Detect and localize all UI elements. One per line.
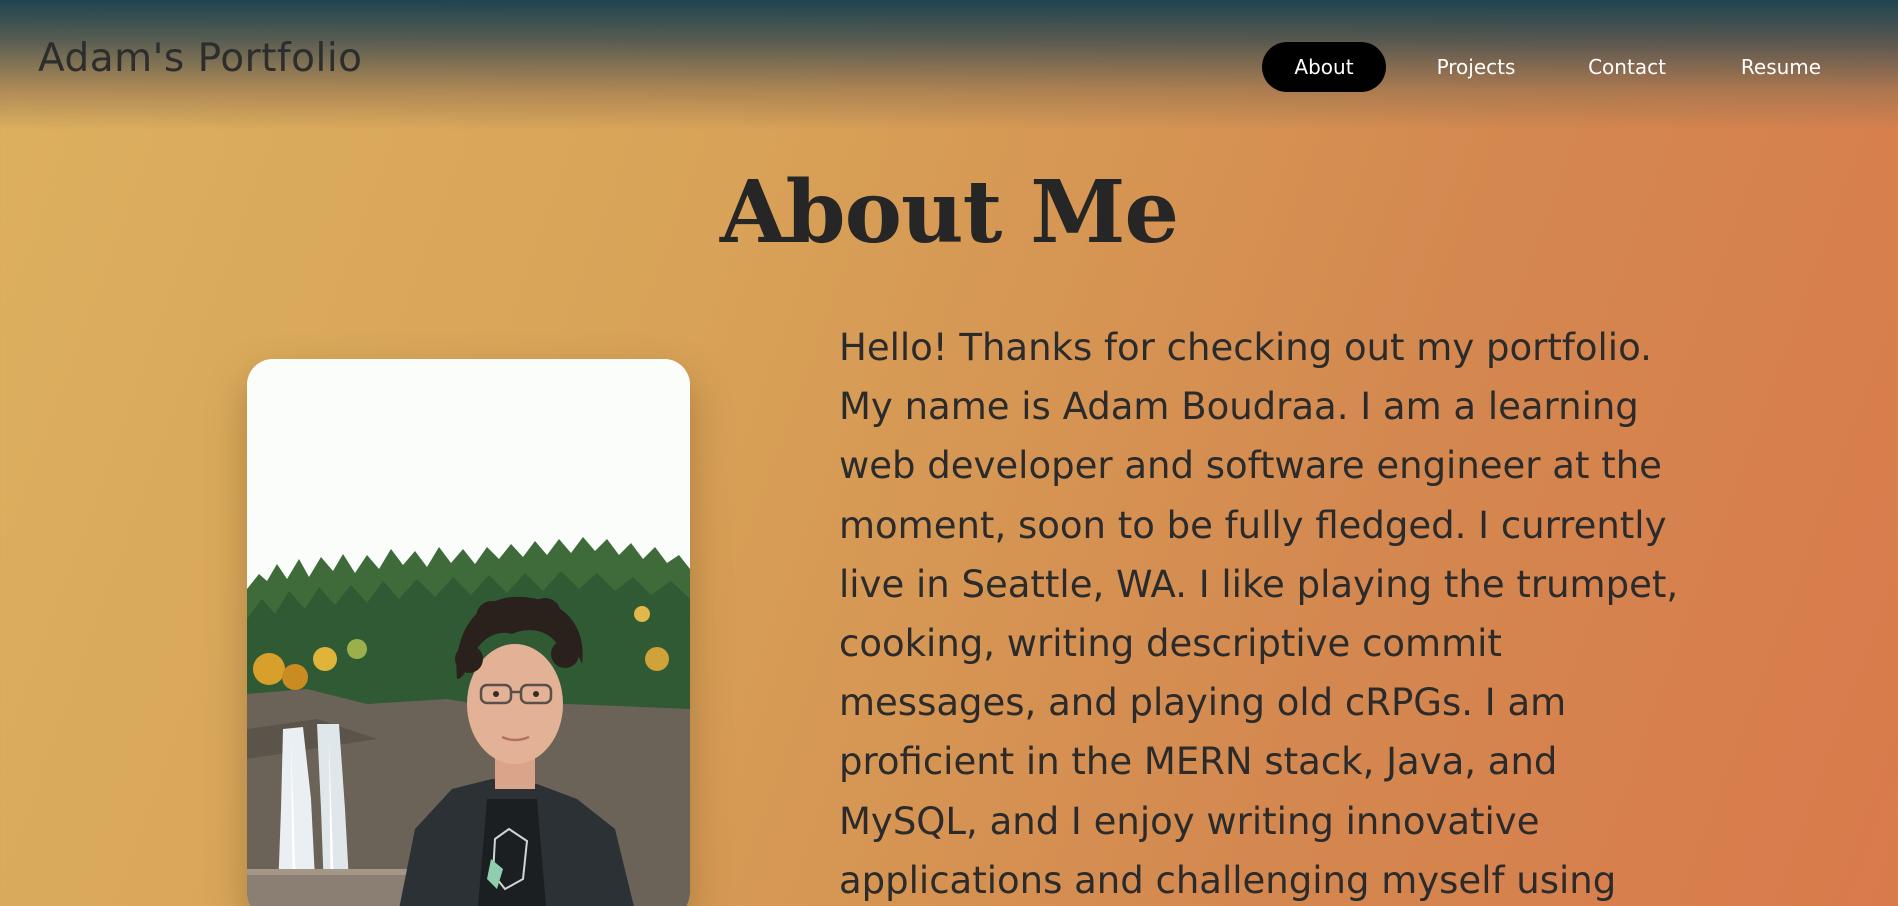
profile-photo (247, 359, 690, 906)
nav-resume[interactable]: Resume (1714, 42, 1848, 92)
nav-about[interactable]: About (1262, 42, 1386, 92)
nav-contact[interactable]: Contact (1565, 42, 1689, 92)
bio-line: messages, and playing old cRPGs. I am (839, 681, 1567, 725)
bio-text: Hello! Thanks for checking out my portfo… (839, 318, 1769, 906)
bio-line: moment, soon to be fully fledged. I curr… (839, 503, 1667, 547)
site-title[interactable]: Adam's Portfolio (38, 36, 363, 81)
bio-line: web developer and software engineer at t… (839, 444, 1662, 488)
bio-line: applications and challenging myself usin… (839, 858, 1617, 902)
bio-line: MySQL, and I enjoy writing innovative (839, 799, 1540, 843)
bio-line: My name is Adam Boudraa. I am a learning (839, 385, 1639, 429)
nav-projects[interactable]: Projects (1409, 42, 1543, 92)
bio-line: Hello! Thanks for checking out my portfo… (839, 326, 1652, 369)
bio-line: live in Seattle, WA. I like playing the … (839, 562, 1679, 606)
bio-line: cooking, writing descriptive commit (839, 621, 1502, 665)
site-header: Adam's Portfolio About Projects Contact … (0, 0, 1898, 130)
page-title: About Me (719, 162, 1179, 263)
bio-line: proficient in the MERN stack, Java, and (839, 740, 1558, 784)
